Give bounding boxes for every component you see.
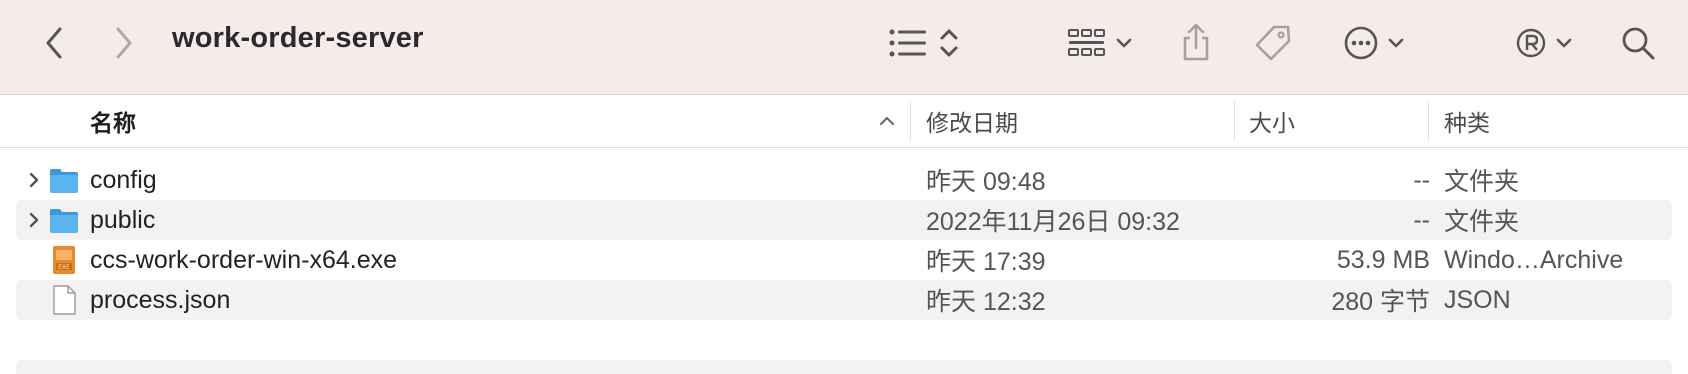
file-modified: 昨天 09:48: [926, 168, 1046, 196]
search-button[interactable]: [1616, 22, 1660, 64]
chevron-right-icon: [116, 27, 132, 59]
file-modified: 2022年11月26日 09:32: [926, 208, 1180, 236]
sort-ascending-icon: [880, 117, 894, 125]
column-header-size-label: 大小: [1249, 110, 1295, 136]
column-header-size[interactable]: 大小: [1249, 95, 1429, 147]
column-header-kind[interactable]: 种类: [1444, 95, 1674, 147]
more-actions-button[interactable]: [1338, 22, 1410, 64]
file-row-process-json[interactable]: process.json 昨天 12:32 280 字节 JSON: [16, 280, 1672, 320]
file-kind: 文件夹: [1444, 168, 1520, 196]
document-icon: [53, 285, 76, 315]
folder-icon: [50, 209, 78, 233]
file-row-config[interactable]: config 昨天 09:48 -- 文件夹: [16, 160, 1672, 200]
column-header-name[interactable]: 名称: [90, 95, 910, 147]
file-kind: Windo…Archive: [1444, 245, 1624, 274]
sort-toggle-icon: [940, 29, 958, 57]
window-title: work-order-server: [172, 22, 424, 54]
file-size: --: [1413, 205, 1430, 234]
file-row-exe[interactable]: EXE ccs-work-order-win-x64.exe 昨天 17:39 …: [16, 240, 1672, 280]
extension-menu-button[interactable]: [1512, 22, 1576, 64]
toolbar: work-order-server: [0, 0, 1688, 95]
chevron-left-icon: [46, 27, 62, 59]
file-size: --: [1413, 165, 1430, 194]
disclosure-triangle-icon[interactable]: [24, 170, 44, 190]
file-name: process.json: [90, 285, 231, 314]
exe-file-icon: EXE: [53, 246, 75, 274]
forward-button[interactable]: [106, 22, 142, 64]
file-modified: 昨天 12:32: [926, 288, 1046, 316]
file-row-public[interactable]: public 2022年11月26日 09:32 -- 文件夹: [16, 200, 1672, 240]
share-button[interactable]: [1178, 20, 1214, 64]
file-size: 280 字节: [1331, 288, 1430, 316]
file-name: public: [90, 205, 156, 234]
column-divider[interactable]: [910, 101, 911, 141]
grid-group-icon: [1068, 29, 1105, 56]
group-button[interactable]: [1062, 22, 1138, 64]
empty-row: [16, 360, 1672, 374]
file-kind: 文件夹: [1444, 208, 1520, 236]
svg-text:EXE: EXE: [58, 264, 70, 271]
file-modified: 昨天 17:39: [926, 248, 1046, 276]
back-button[interactable]: [36, 22, 72, 64]
chevron-down-icon: [1116, 38, 1132, 48]
file-name: config: [90, 165, 157, 194]
file-size: 53.9 MB: [1336, 245, 1430, 274]
column-divider[interactable]: [1428, 101, 1429, 141]
registered-icon: [1516, 28, 1546, 58]
column-header-modified-label: 修改日期: [926, 110, 1018, 136]
file-kind: JSON: [1444, 285, 1511, 314]
column-header-modified[interactable]: 修改日期: [926, 95, 1226, 147]
ellipsis-circle-icon: [1344, 26, 1378, 60]
tag-button[interactable]: [1252, 22, 1294, 64]
view-mode-list-button[interactable]: [884, 22, 964, 64]
search-icon: [1622, 27, 1655, 60]
tag-icon: [1255, 25, 1291, 61]
disclosure-triangle-icon[interactable]: [24, 210, 44, 230]
chevron-down-icon: [1388, 38, 1404, 48]
column-header-name-label: 名称: [90, 110, 136, 136]
file-name: ccs-work-order-win-x64.exe: [90, 245, 398, 274]
folder-icon: [50, 169, 78, 193]
list-view-icon: [889, 29, 926, 57]
chevron-down-icon: [1556, 38, 1572, 48]
column-header-kind-label: 种类: [1444, 110, 1490, 136]
column-divider[interactable]: [1234, 101, 1235, 141]
share-icon: [1183, 23, 1209, 61]
column-header: 名称 修改日期 大小 种类: [0, 95, 1688, 148]
